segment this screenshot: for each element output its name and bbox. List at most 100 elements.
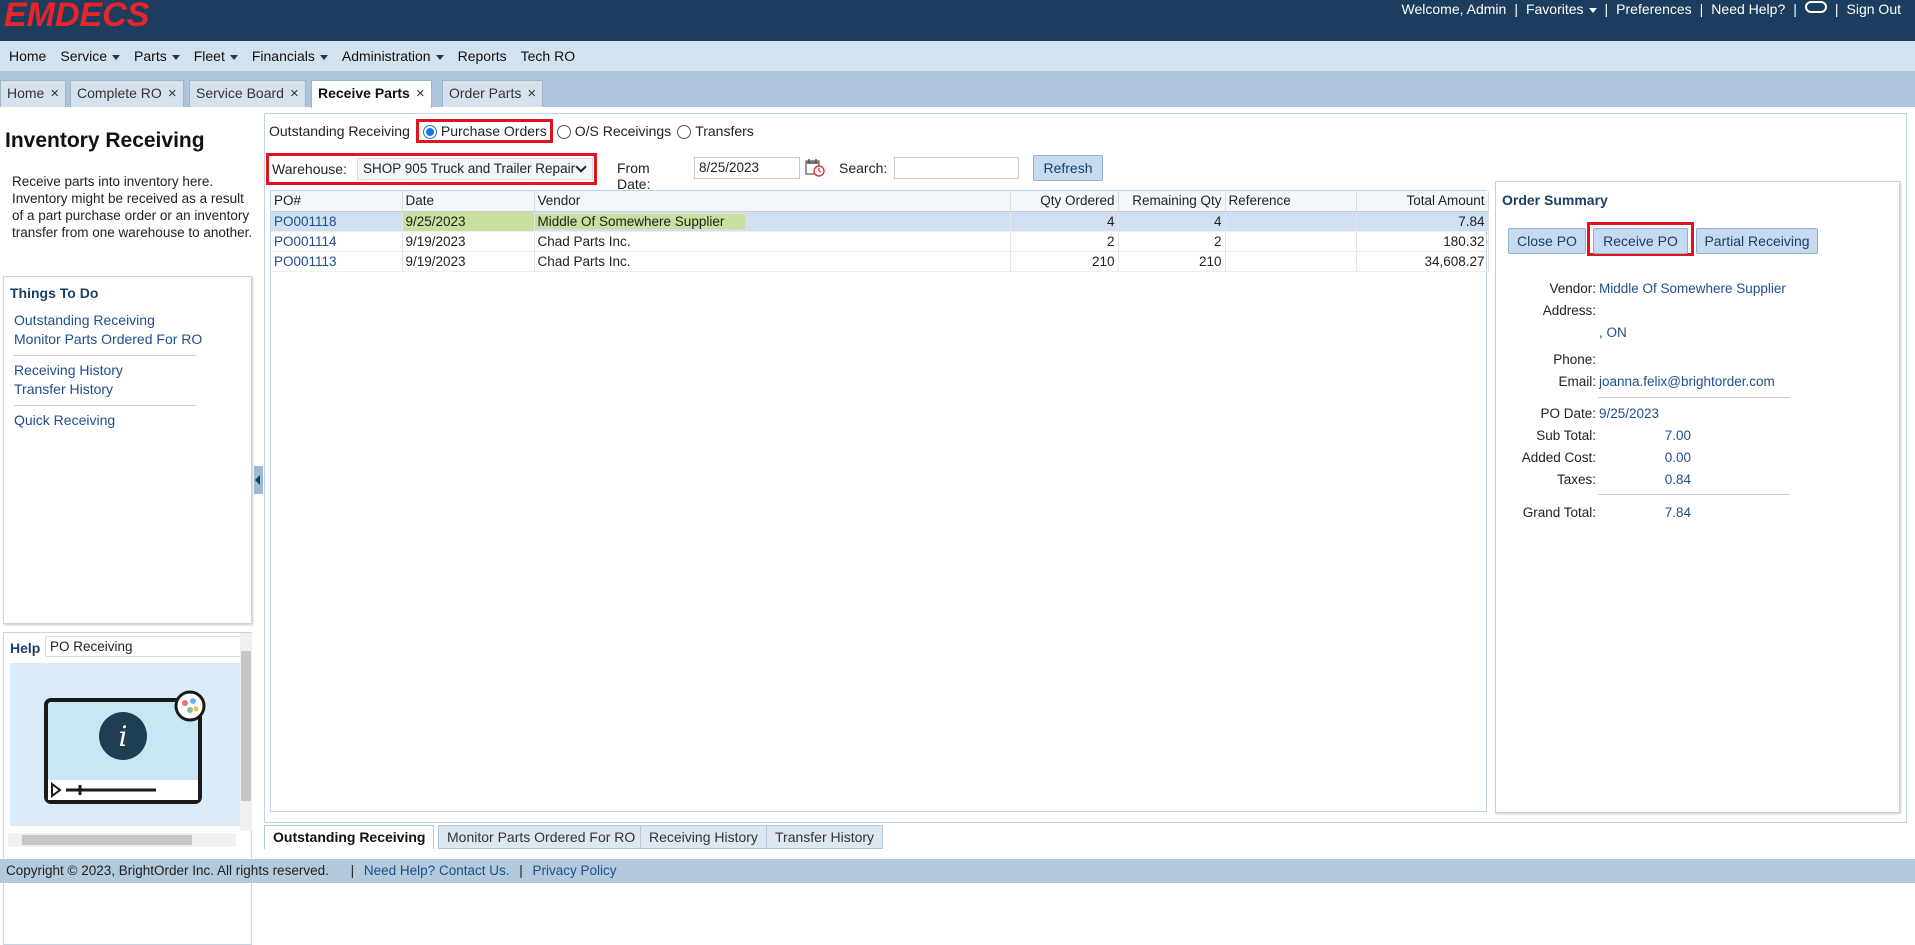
menu-financials[interactable]: Financials [245,48,335,64]
calendar-icon[interactable] [805,158,825,177]
menu-home[interactable]: Home [2,48,53,64]
po-number-link[interactable]: PO001118 [271,211,403,232]
chat-button[interactable] [1797,0,1835,18]
address-label: Address: [1542,303,1596,318]
po-date-value: 9/25/2023 [1599,406,1660,421]
partial-receiving-button[interactable]: Partial Receiving [1696,228,1818,254]
menu-reports[interactable]: Reports [451,48,514,64]
address-value: , ON [1599,325,1627,340]
added-cost-label: Added Cost: [1521,450,1596,465]
po-date: 9/19/2023 [402,251,535,272]
po-number-link[interactable]: PO001114 [271,231,403,252]
table-row[interactable]: PO001113 9/19/2023 Chad Parts Inc. 210 2… [271,251,1489,272]
radio-icon [556,125,571,140]
tab-complete-ro[interactable]: Complete RO × [70,80,184,107]
col-header-vendor[interactable]: Vendor [534,191,1011,212]
chevron-down-icon [112,54,121,60]
col-header-reference[interactable]: Reference [1225,191,1357,212]
main-menu: Home Service Parts Fleet Financials Admi… [0,41,1915,71]
radio-os-receivings[interactable]: O/S Receivings [556,123,671,140]
sidebar-item-receiving-history[interactable]: Receiving History [14,362,123,378]
menu-administration[interactable]: Administration [335,48,451,64]
sidebar-item-quick-receiving[interactable]: Quick Receiving [14,412,115,428]
col-header-total-amount[interactable]: Total Amount [1356,191,1489,212]
close-icon[interactable]: × [416,85,425,102]
radio-transfers[interactable]: Transfers [677,123,754,140]
tab-transfer-history[interactable]: Transfer History [766,825,884,849]
help-label: Help [10,640,41,656]
tab-order-parts[interactable]: Order Parts × [442,80,544,107]
app-logo[interactable]: EMDECS [4,0,149,32]
sign-out-link[interactable]: Sign Out [1839,0,1909,18]
table-header: PO# Date Vendor Qty Ordered Remaining Qt… [271,191,1489,212]
receive-po-button[interactable]: Receive PO [1593,228,1688,254]
radio-purchase-orders[interactable]: Purchase Orders [415,118,553,144]
from-date-field[interactable]: 8/25/2023 [694,157,800,179]
refresh-button[interactable]: Refresh [1033,155,1103,181]
favorites-menu[interactable]: Favorites [1518,0,1605,18]
svg-text:i: i [119,720,128,753]
taxes-label: Taxes: [1556,472,1596,487]
taxes-value: 0.84 [1664,472,1691,487]
help-topic-field[interactable]: PO Receiving [45,636,241,657]
table-row[interactable]: PO001114 9/19/2023 Chad Parts Inc. 2 2 1… [271,231,1489,252]
col-header-date[interactable]: Date [402,191,535,212]
order-summary-panel: Order Summary Close PO Receive PO Partia… [1495,181,1900,813]
po-remaining-qty: 2 [1118,231,1226,252]
help-horizontal-scrollbar[interactable] [8,833,236,847]
email-value[interactable]: joanna.felix@brightorder.com [1599,374,1775,389]
tab-receiving-history[interactable]: Receiving History [640,825,767,849]
warehouse-select[interactable]: SHOP 905 Truck and Trailer Repair [356,158,593,180]
menu-parts[interactable]: Parts [127,48,187,64]
chevron-down-icon [575,161,587,173]
sub-total-label: Sub Total: [1536,428,1596,443]
close-icon[interactable]: × [168,85,177,102]
email-label: Email: [1558,374,1596,389]
help-panel: Help PO Receiving i [3,632,252,945]
warehouse-filter: Warehouse: SHOP 905 Truck and Trailer Re… [266,153,597,185]
footer: Copyright © 2023, BrightOrder Inc. All r… [0,859,1915,883]
chevron-down-icon [171,54,180,60]
purchase-orders-grid: PO# Date Vendor Qty Ordered Remaining Qt… [270,190,1489,812]
po-number-link[interactable]: PO001113 [271,251,403,272]
receiving-type-filter: Outstanding Receiving Purchase Orders O/… [269,118,754,144]
menu-fleet[interactable]: Fleet [187,48,245,64]
collapse-sidebar-button[interactable] [254,466,263,494]
po-qty-ordered: 2 [1010,231,1119,252]
col-header-qty-ordered[interactable]: Qty Ordered [1010,191,1119,212]
tab-home[interactable]: Home × [0,80,67,107]
tab-outstanding-receiving[interactable]: Outstanding Receiving [264,825,435,849]
col-header-po[interactable]: PO# [271,191,403,212]
table-row[interactable]: PO001118 9/25/2023 Middle Of Somewhere S… [271,211,1489,232]
close-icon[interactable]: × [50,85,59,102]
privacy-policy-link[interactable]: Privacy Policy [533,863,617,878]
help-video[interactable]: i [10,663,240,826]
need-help-link[interactable]: Need Help? [1703,0,1793,18]
grand-total-label: Grand Total: [1522,505,1596,520]
preferences-link[interactable]: Preferences [1608,0,1699,18]
from-date-label: From Date: [617,160,651,192]
divider [1598,397,1790,398]
top-bar: EMDECS Welcome, Admin | Favorites | Pref… [0,0,1915,41]
close-icon[interactable]: × [527,85,536,102]
tab-service-board[interactable]: Service Board × [189,80,306,107]
po-qty-ordered: 4 [1010,211,1119,232]
po-qty-ordered: 210 [1010,251,1119,272]
sidebar-item-transfer-history[interactable]: Transfer History [14,381,113,397]
col-header-remaining-qty[interactable]: Remaining Qty [1118,191,1226,212]
phone-label: Phone: [1553,352,1596,367]
chat-icon [1804,1,1827,14]
sidebar-item-outstanding-receiving[interactable]: Outstanding Receiving [14,312,155,328]
close-icon[interactable]: × [290,85,299,102]
order-summary-title: Order Summary [1502,192,1608,208]
contact-us-link[interactable]: Need Help? Contact Us. [364,863,510,878]
tab-monitor-parts[interactable]: Monitor Parts Ordered For RO [438,825,645,849]
purchase-orders-table: PO# Date Vendor Qty Ordered Remaining Qt… [271,191,1489,272]
tab-receive-parts[interactable]: Receive Parts × [311,80,432,108]
search-input[interactable] [894,157,1019,179]
menu-tech-ro[interactable]: Tech RO [514,48,582,64]
sidebar-item-monitor-parts[interactable]: Monitor Parts Ordered For RO [14,331,202,347]
close-po-button[interactable]: Close PO [1508,228,1586,254]
menu-service[interactable]: Service [53,48,127,64]
help-vertical-scrollbar[interactable] [240,633,252,831]
